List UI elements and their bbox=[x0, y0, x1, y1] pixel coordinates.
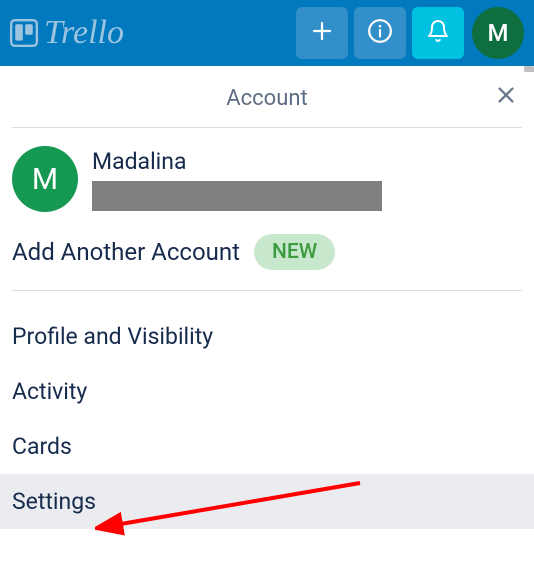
trello-board-icon bbox=[10, 19, 38, 47]
new-badge: NEW bbox=[254, 234, 335, 270]
header-actions: M bbox=[296, 7, 524, 59]
menu-item-activity[interactable]: Activity bbox=[12, 364, 522, 419]
add-account-row[interactable]: Add Another Account NEW bbox=[12, 220, 522, 291]
plus-icon bbox=[310, 19, 334, 47]
menu-list: Profile and Visibility Activity Cards Se… bbox=[12, 291, 522, 529]
notifications-button[interactable] bbox=[412, 7, 464, 59]
close-button[interactable] bbox=[490, 82, 522, 114]
menu-item-profile[interactable]: Profile and Visibility bbox=[12, 309, 522, 364]
panel-title: Account bbox=[226, 86, 307, 111]
menu-item-settings[interactable]: Settings bbox=[0, 474, 534, 529]
info-button[interactable] bbox=[354, 7, 406, 59]
bell-icon bbox=[426, 19, 450, 47]
avatar-initial: M bbox=[488, 19, 509, 47]
trello-logo[interactable]: Trello bbox=[10, 14, 124, 52]
app-header: Trello bbox=[0, 0, 534, 66]
panel-header: Account bbox=[12, 72, 522, 128]
user-info: Madalina bbox=[92, 146, 522, 211]
user-avatar-button[interactable]: M bbox=[472, 7, 524, 59]
menu-item-cards[interactable]: Cards bbox=[12, 419, 522, 474]
avatar-initial-large: M bbox=[32, 162, 58, 197]
account-panel: Account M Madalina Add Another Account bbox=[0, 72, 534, 565]
create-button[interactable] bbox=[296, 7, 348, 59]
info-icon bbox=[367, 18, 393, 48]
close-icon bbox=[495, 83, 517, 113]
user-email-redacted bbox=[92, 181, 382, 211]
logo-text: Trello bbox=[44, 14, 124, 52]
current-user-row: M Madalina bbox=[12, 128, 522, 220]
add-account-label: Add Another Account bbox=[12, 238, 240, 266]
user-name: Madalina bbox=[92, 148, 522, 175]
user-avatar: M bbox=[12, 146, 78, 212]
